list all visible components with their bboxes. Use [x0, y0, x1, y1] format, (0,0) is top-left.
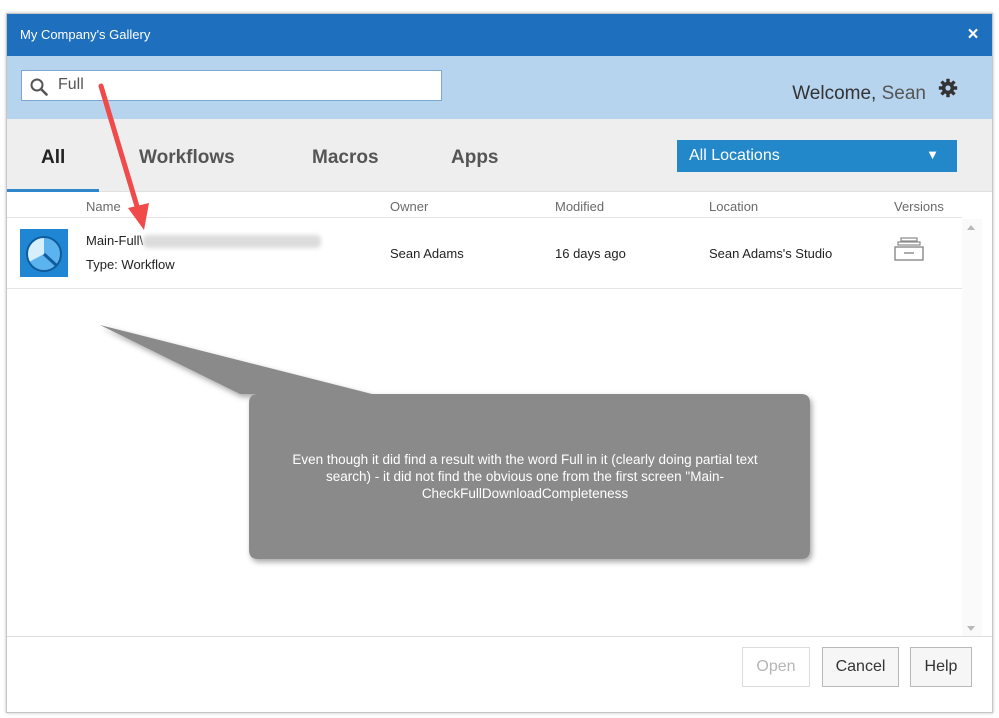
annotation-arrow	[98, 83, 149, 230]
